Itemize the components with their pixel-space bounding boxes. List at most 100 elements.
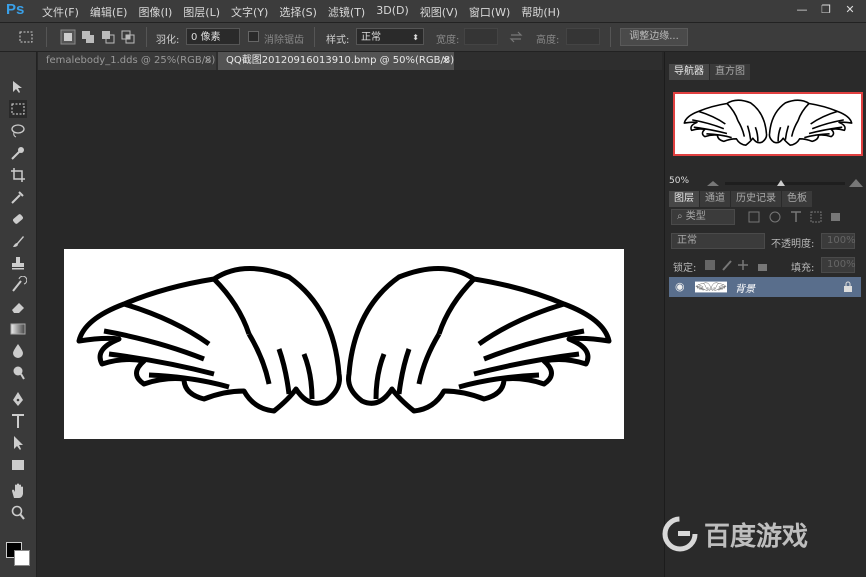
layer-filter-select[interactable]: ⌕ 类型 — [671, 209, 735, 225]
options-divider — [146, 27, 147, 47]
watermark-text: 百度游戏 — [704, 522, 809, 552]
options-bar: 羽化: 0 像素 消除锯齿 样式: 正常 ⬍ 宽度: 高度: 调整边缘... — [0, 23, 866, 52]
feather-input[interactable]: 0 像素 — [186, 28, 240, 45]
menu-bar: Ps 文件(F) 编辑(E) 图像(I) 图层(L) 文字(Y) 选择(S) 滤… — [0, 0, 866, 23]
tab-layers[interactable]: 图层 — [669, 191, 699, 207]
menu-view[interactable]: 视图(V) — [420, 4, 458, 20]
crop-tool-icon[interactable] — [9, 166, 27, 184]
history-brush-tool-icon[interactable] — [9, 276, 27, 294]
right-panels: 导航器 直方图 50% 图层 通道 历史记录 色板 ⌕ 类型 正常 不透明度: — [664, 52, 866, 577]
menu-type[interactable]: 文字(Y) — [231, 4, 268, 20]
zoom-in-icon — [849, 179, 863, 187]
quick-select-tool-icon[interactable] — [9, 144, 27, 162]
new-selection-icon[interactable] — [60, 29, 76, 45]
dodge-tool-icon[interactable] — [9, 364, 27, 382]
eraser-tool-icon[interactable] — [9, 298, 27, 316]
feather-label: 羽化: — [156, 35, 180, 46]
tab-qq-screenshot[interactable]: QQ截图20120916013910.bmp @ 50%(RGB/8) × — [218, 52, 454, 70]
tab-navigator[interactable]: 导航器 — [669, 64, 709, 80]
blend-mode-select[interactable]: 正常 — [671, 233, 765, 249]
rectangle-tool-icon[interactable] — [9, 456, 27, 474]
watermark-logo-icon — [662, 516, 698, 552]
subtract-selection-icon[interactable] — [100, 29, 116, 45]
minimize-button[interactable]: — — [792, 2, 812, 18]
shape-filter-icon — [810, 211, 822, 223]
refine-edge-button[interactable]: 调整边缘... — [620, 28, 688, 46]
options-divider — [610, 27, 611, 47]
smart-filter-icon — [831, 213, 840, 221]
document-canvas[interactable] — [64, 249, 624, 439]
type-tool-icon[interactable] — [9, 412, 27, 430]
close-button[interactable]: ✕ — [840, 2, 860, 18]
lasso-tool-icon[interactable] — [9, 122, 27, 140]
swap-icon[interactable] — [508, 29, 524, 45]
menu-window[interactable]: 窗口(W) — [469, 4, 510, 20]
style-select[interactable]: 正常 ⬍ — [356, 28, 424, 45]
intersect-selection-icon[interactable] — [120, 29, 136, 45]
move-tool-icon[interactable] — [9, 78, 27, 96]
restore-button[interactable]: ❐ — [816, 2, 836, 18]
healing-brush-tool-icon[interactable] — [9, 210, 27, 228]
gradient-tool-icon[interactable] — [9, 320, 27, 338]
layers-tabs: 图层 通道 历史记录 色板 — [669, 191, 813, 207]
tab-channels[interactable]: 通道 — [700, 191, 730, 207]
menu-3d[interactable]: 3D(D) — [376, 4, 409, 20]
tab-history[interactable]: 历史记录 — [731, 191, 781, 207]
lock-label: 锁定: — [673, 263, 697, 274]
style-value: 正常 — [361, 32, 381, 43]
menu-image[interactable]: 图像(I) — [138, 4, 172, 20]
eyedropper-tool-icon[interactable] — [9, 188, 27, 206]
navigator-zoom-row: 50% — [669, 176, 863, 190]
zoom-slider[interactable] — [705, 178, 865, 188]
marquee-tool-icon[interactable] — [9, 100, 27, 118]
menu-help[interactable]: 帮助(H) — [521, 4, 560, 20]
close-icon[interactable]: × — [442, 52, 450, 70]
menu-file[interactable]: 文件(F) — [42, 4, 79, 20]
menu-filter[interactable]: 滤镜(T) — [328, 4, 365, 20]
width-input[interactable] — [464, 28, 498, 45]
brush-tool-icon[interactable] — [9, 232, 27, 250]
add-selection-icon[interactable] — [80, 29, 96, 45]
lock-icons[interactable] — [703, 258, 773, 272]
menu-select[interactable]: 选择(S) — [279, 4, 317, 20]
antialias-label: 消除锯齿 — [264, 35, 304, 46]
height-input[interactable] — [566, 28, 600, 45]
lock-position-icon — [738, 260, 748, 270]
document-tabs: femalebody_1.dds @ 25%(RGB/8) × QQ截图2012… — [38, 52, 662, 70]
tab-femalebody[interactable]: femalebody_1.dds @ 25%(RGB/8) × — [38, 52, 216, 70]
navigator-preview[interactable] — [673, 92, 863, 156]
style-label: 样式: — [326, 35, 350, 46]
menu-edit[interactable]: 编辑(E) — [90, 4, 128, 20]
antialias-checkbox[interactable] — [248, 31, 259, 42]
path-select-tool-icon[interactable] — [9, 434, 27, 452]
opacity-input[interactable]: 100% — [821, 233, 856, 249]
hand-tool-icon[interactable] — [9, 482, 27, 500]
marquee-preset-icon[interactable] — [18, 29, 34, 45]
zoom-tool-icon[interactable] — [9, 504, 27, 522]
lock-icon — [844, 281, 852, 292]
type-filter-icon — [791, 211, 801, 222]
layer-row-background[interactable]: ◉ 背景 — [669, 277, 861, 297]
layer-filter-icons[interactable] — [747, 210, 857, 224]
lock-all-icon — [758, 264, 767, 271]
filter-kind: 类型 — [685, 211, 706, 222]
zoom-value[interactable]: 50% — [669, 176, 689, 186]
fill-input[interactable]: 100% — [821, 257, 856, 273]
options-divider — [46, 27, 47, 47]
background-color-swatch[interactable] — [14, 550, 30, 566]
blend-mode-value: 正常 — [677, 235, 697, 246]
blur-tool-icon[interactable] — [9, 342, 27, 360]
navigator-thumbnail — [683, 99, 853, 146]
window-controls: — ❐ ✕ — [792, 2, 860, 18]
app-logo: Ps — [6, 1, 25, 18]
eye-icon[interactable]: ◉ — [675, 280, 685, 293]
fill-label: 填充: — [791, 263, 815, 274]
pen-tool-icon[interactable] — [9, 390, 27, 408]
tools-panel — [0, 52, 37, 577]
menu-layer[interactable]: 图层(L) — [183, 4, 220, 20]
wings-image — [76, 249, 624, 414]
tab-swatches[interactable]: 色板 — [782, 191, 812, 207]
close-icon[interactable]: × — [204, 52, 212, 70]
tab-histogram[interactable]: 直方图 — [710, 64, 750, 80]
clone-stamp-tool-icon[interactable] — [9, 254, 27, 272]
